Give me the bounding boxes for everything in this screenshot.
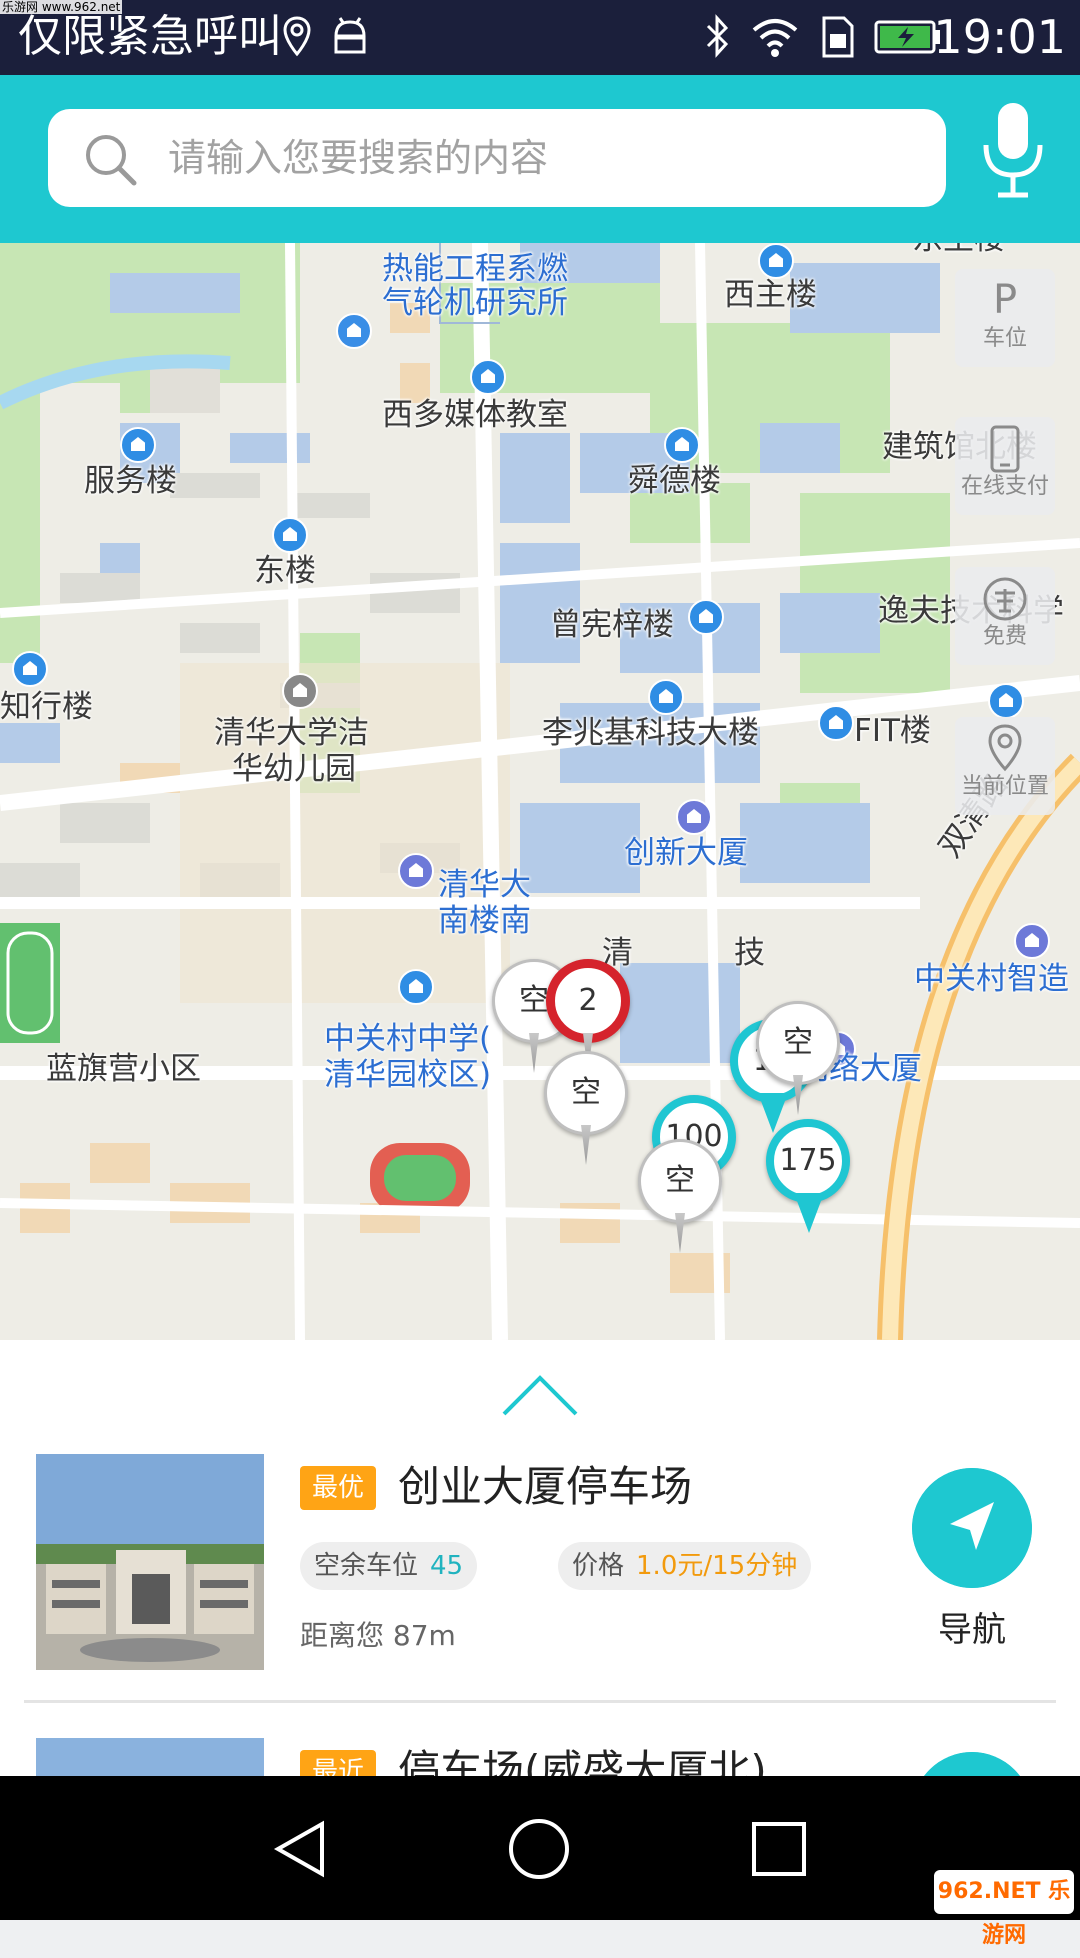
parking-marker[interactable]: 空 (756, 1001, 840, 1121)
android-icon (334, 17, 366, 54)
back-icon[interactable] (266, 1814, 336, 1884)
free-button[interactable]: 免费 (955, 567, 1055, 665)
marker-label: 空 (756, 1001, 840, 1085)
map-label: 东楼 (254, 553, 316, 589)
parking-name: 创业大厦停车场 (398, 1462, 693, 1511)
parking-name: 停车场(威盛大厦北) (398, 1746, 767, 1776)
map-label: 服务楼 (84, 463, 177, 499)
map-label: 东主楼 (912, 243, 1005, 258)
location-icon (283, 16, 311, 57)
marker-label: 空 (638, 1139, 722, 1223)
poi-icon[interactable] (336, 313, 372, 349)
microphone-icon[interactable] (978, 95, 1048, 205)
map-label: 气轮机研究所 (382, 285, 568, 321)
search-placeholder: 请输入您要搜索的内容 (168, 136, 549, 180)
map-label: FIT楼 (854, 713, 931, 749)
map-label: 南楼南 (438, 903, 531, 939)
system-nav-bar: 962.NET 乐游网 (0, 1776, 1080, 1948)
map-label: 蓝旗营小区 (46, 1051, 201, 1087)
clock: 19:01 (933, 10, 1066, 64)
status-title: 仅限紧急呼叫 (18, 11, 282, 62)
free-label: 免费 (982, 624, 1027, 649)
poi-icon[interactable] (398, 853, 434, 889)
nearest-badge: 最近 (300, 1750, 377, 1776)
best-badge: 最优 (300, 1466, 377, 1510)
map-label: 中关村智造 (914, 961, 1069, 997)
parking-card[interactable]: 最优 创业大厦停车场 空余车位 45 价格 1.0元/15分钟 距离您 87m 导航 (0, 1454, 1080, 1694)
navigate-button[interactable] (912, 1752, 1032, 1776)
map-label: 舜德楼 (628, 463, 721, 499)
distance-text: 距离您 87m (300, 1619, 456, 1652)
poi-icon[interactable] (282, 673, 318, 709)
marker-label: 175 (766, 1119, 850, 1203)
parking-marker[interactable]: 空 (638, 1139, 722, 1259)
navigate-label: 导航 (938, 1610, 1006, 1650)
search-header: 请输入您要搜索的内容 (0, 75, 1080, 243)
poi-icon[interactable] (818, 705, 854, 741)
bluetooth-icon (706, 14, 729, 58)
parking-lot-photo (36, 1738, 264, 1776)
sim-icon (822, 16, 854, 58)
recents-icon[interactable] (744, 1814, 814, 1884)
parking-list-panel: 最优 创业大厦停车场 空余车位 45 价格 1.0元/15分钟 距离您 87m 导航… (0, 1340, 1080, 1776)
map-label: 创新大厦 (624, 835, 748, 871)
map-label: 西多媒体教室 (382, 397, 568, 433)
online-payment-button[interactable]: 在线支付 (955, 417, 1055, 515)
parking-marker[interactable]: 空 (544, 1051, 628, 1171)
map-view[interactable]: 热能工程系燃 气轮机研究所 西主楼 东主楼 西多媒体教室 服务楼 舜德楼 建筑馆… (0, 243, 1080, 1340)
poi-icon[interactable] (398, 969, 434, 1005)
marker-label: 2 (546, 959, 630, 1043)
parking-button[interactable]: P 车位 (955, 269, 1055, 367)
current-location-label: 当前位置 (960, 774, 1049, 799)
navigate-button[interactable] (912, 1468, 1032, 1588)
home-icon[interactable] (504, 1814, 574, 1884)
map-label: 西主楼 (724, 277, 817, 313)
parking-icon: P (992, 277, 1018, 323)
poi-icon[interactable] (988, 683, 1024, 719)
search-icon (86, 135, 137, 186)
map-label: 知行楼 (0, 689, 93, 725)
price-value: 1.0元/15分钟 (636, 1551, 798, 1581)
watermark: 乐游网 www.962.net (0, 0, 123, 14)
battery-icon (874, 20, 940, 54)
price-pill: 价格 1.0元/15分钟 (558, 1542, 812, 1590)
parking-label: 车位 (982, 326, 1027, 351)
price-label: 价格 (572, 1551, 625, 1581)
map-label: 技 (734, 935, 765, 971)
poi-icon[interactable] (688, 599, 724, 635)
location-pin-icon (988, 724, 1022, 772)
parking-lot-photo (36, 1454, 264, 1670)
map-label: 李兆基科技大楼 (542, 715, 759, 751)
wifi-icon (752, 19, 798, 57)
free-spaces-pill: 空余车位 45 (300, 1542, 478, 1590)
phone-icon (990, 425, 1020, 473)
map-label: 清华园校区) (324, 1057, 492, 1093)
parking-card[interactable]: 最近 停车场(威盛大厦北) (0, 1738, 1080, 1776)
status-bar: 仅限紧急呼叫 19:01 (0, 0, 1080, 75)
free-icon (983, 577, 1027, 621)
chevron-up-icon[interactable] (500, 1370, 580, 1420)
map-label: 曾宪梓楼 (550, 607, 674, 643)
free-spaces-value: 45 (430, 1551, 464, 1581)
search-input[interactable]: 请输入您要搜索的内容 (48, 109, 946, 207)
marker-label: 空 (544, 1051, 628, 1135)
parking-marker[interactable]: 175 (766, 1119, 850, 1239)
divider (24, 1700, 1056, 1703)
online-payment-label: 在线支付 (960, 474, 1049, 499)
brand-logo: 962.NET 乐游网 (934, 1870, 1074, 1948)
map-label: 华幼儿园 (232, 751, 356, 787)
free-spaces-label: 空余车位 (314, 1551, 419, 1581)
current-location-button[interactable]: 当前位置 (955, 717, 1055, 815)
